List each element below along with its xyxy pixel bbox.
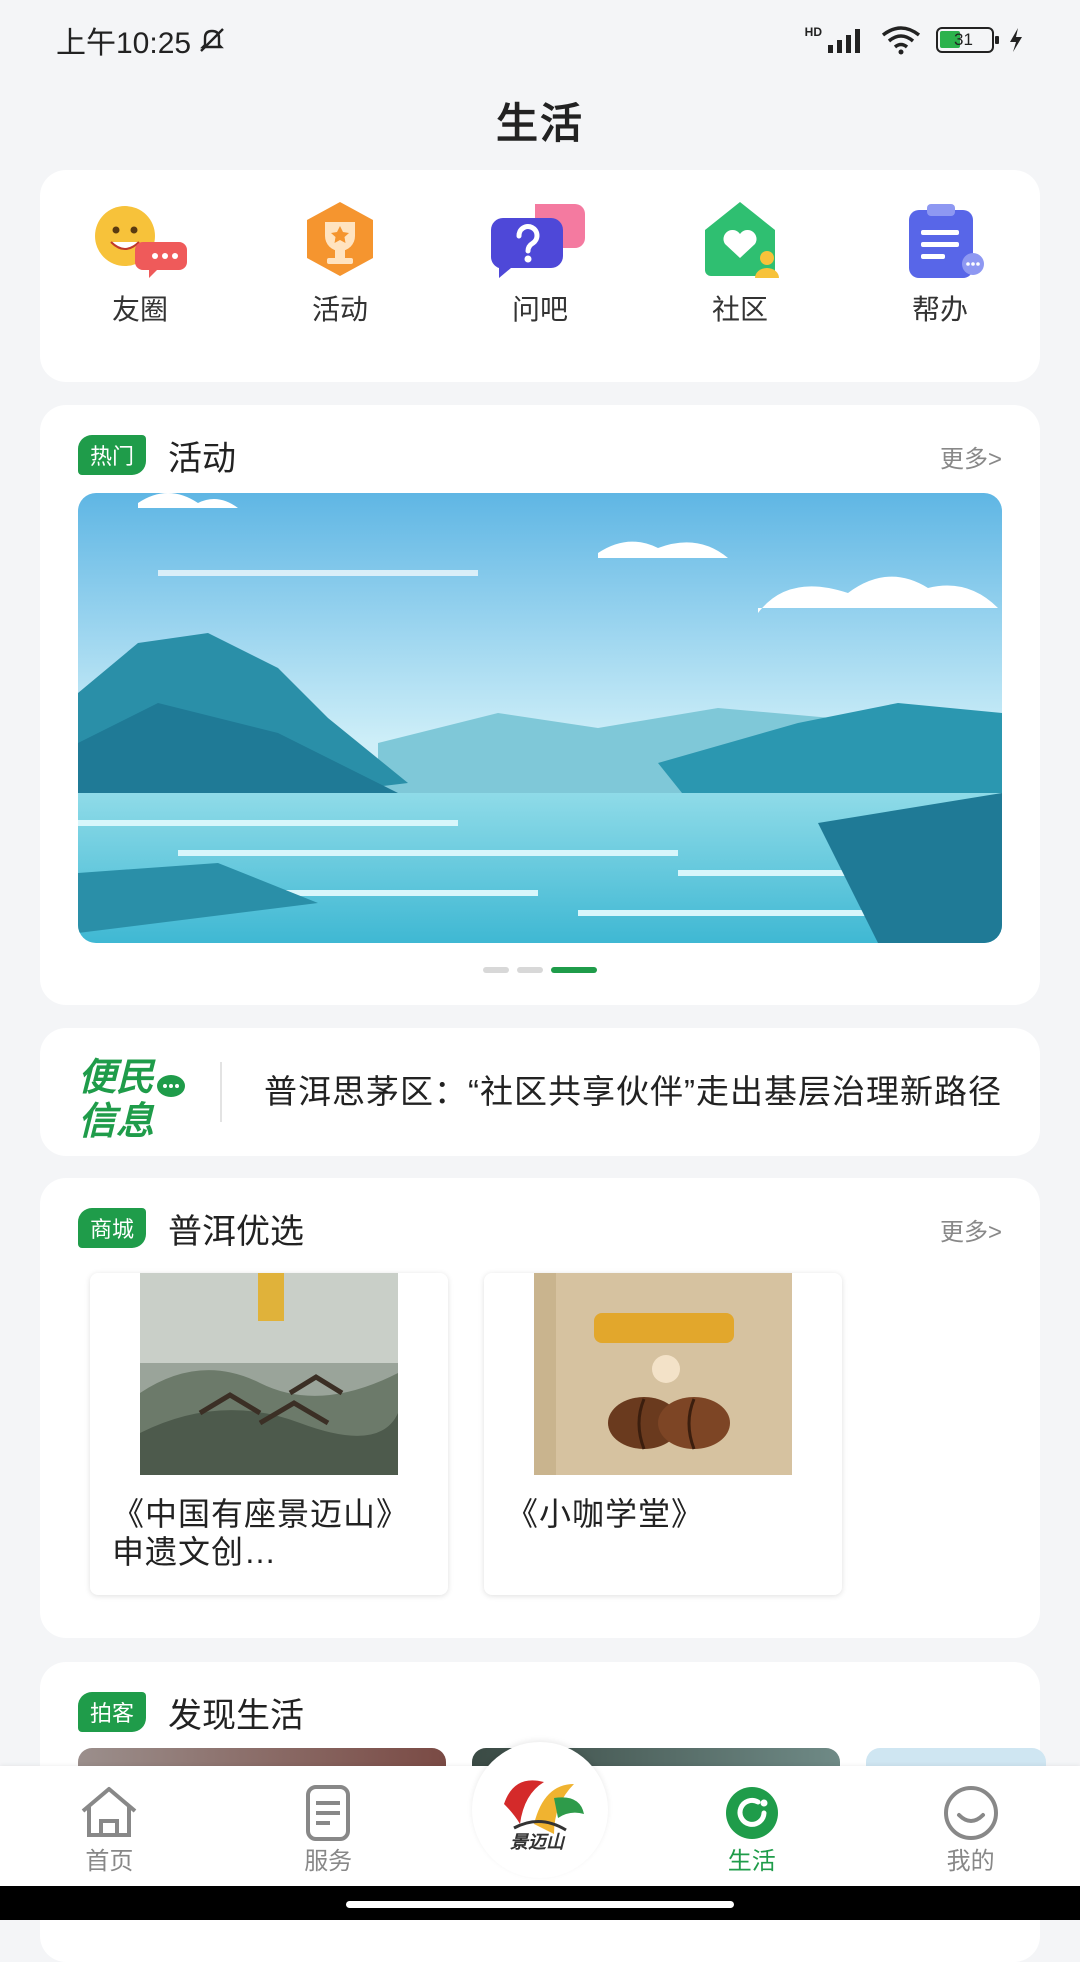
tab-home[interactable]: 首页 bbox=[34, 1785, 184, 1876]
tab-mine[interactable]: 我的 bbox=[896, 1785, 1046, 1876]
quick-links-card: 友圈 活动 问吧 社区 帮办 bbox=[40, 170, 1040, 382]
life-icon bbox=[725, 1787, 778, 1839]
shop-tag: 商城 bbox=[78, 1208, 147, 1248]
quick-link-label: 帮办 bbox=[911, 294, 968, 325]
signal-icon bbox=[828, 29, 860, 53]
community-heart-icon bbox=[705, 202, 779, 278]
system-nav-bar bbox=[0, 1886, 1080, 1920]
quick-link-label: 友圈 bbox=[111, 294, 168, 325]
quick-link-label: 活动 bbox=[311, 294, 368, 325]
tab-label: 我的 bbox=[946, 1848, 995, 1875]
news-headline[interactable]: 普洱思茅区：“社区共享伙伴”走出基层治理新路径 bbox=[264, 1070, 1004, 1114]
question-icon bbox=[490, 204, 585, 278]
tab-service[interactable]: 服务 bbox=[253, 1785, 403, 1876]
home-indicator[interactable] bbox=[346, 1901, 734, 1908]
document-icon bbox=[306, 1785, 351, 1841]
page-title: 生活 bbox=[495, 99, 584, 147]
wifi-icon bbox=[881, 26, 921, 55]
product-image bbox=[534, 1273, 792, 1475]
status-icons: HD 31 bbox=[805, 25, 1024, 55]
mute-icon bbox=[200, 28, 224, 52]
signal-label: HD bbox=[804, 25, 822, 39]
status-bar: 上午10:25 HD 31 bbox=[0, 0, 1080, 80]
carousel-dot[interactable] bbox=[517, 967, 543, 973]
product-image bbox=[140, 1273, 398, 1475]
quick-link-label: 社区 bbox=[711, 294, 768, 325]
convenience-info-logo: 便民 信息 bbox=[40, 1028, 220, 1156]
product-list: 《中国有座景迈山》申遗文创… 《小咖学堂》 bbox=[90, 1273, 842, 1595]
status-time: 上午10:25 bbox=[56, 27, 192, 60]
quick-link-community[interactable]: 社区 bbox=[660, 200, 820, 328]
carousel-dot-active[interactable] bbox=[551, 967, 597, 973]
top-bar: 生活 bbox=[0, 80, 1080, 160]
section-header: 热门 活动 bbox=[78, 425, 236, 485]
tab-label: 首页 bbox=[85, 1848, 134, 1875]
activity-banner-image[interactable] bbox=[78, 493, 1002, 943]
section-title: 发现生活 bbox=[168, 1696, 305, 1735]
shop-card: 商城 普洱优选 更多> 《中国有座景迈山》申遗文创… 《小咖学堂》 bbox=[40, 1178, 1040, 1638]
home-icon bbox=[82, 1787, 137, 1837]
product-name: 《中国有座景迈山》申遗文创… bbox=[112, 1496, 410, 1570]
product-card[interactable]: 《小咖学堂》 bbox=[484, 1273, 842, 1595]
quick-link-help[interactable]: 帮办 bbox=[860, 200, 1020, 328]
tab-label: 生活 bbox=[727, 1848, 776, 1875]
trophy-icon bbox=[307, 202, 373, 276]
carousel-indicator bbox=[40, 967, 1040, 973]
tab-label: 服务 bbox=[304, 1848, 353, 1875]
divider bbox=[220, 1062, 222, 1122]
hot-tag: 热门 bbox=[78, 435, 147, 475]
quick-link-ask[interactable]: 问吧 bbox=[460, 200, 620, 328]
hot-activities-card: 热门 活动 更多> bbox=[40, 405, 1040, 1005]
battery-level: 31 bbox=[954, 30, 973, 49]
quick-link-activity[interactable]: 活动 bbox=[260, 200, 420, 328]
quick-link-friends[interactable]: 友圈 bbox=[60, 200, 220, 328]
smile-icon bbox=[943, 1786, 998, 1840]
section-title: 活动 bbox=[168, 439, 237, 478]
more-link[interactable]: 更多> bbox=[940, 1212, 1002, 1247]
chat-emoji-icon bbox=[95, 206, 187, 278]
section-title: 普洱优选 bbox=[168, 1212, 305, 1251]
tab-life[interactable]: 生活 bbox=[677, 1785, 827, 1876]
logo-text-line2: 信息 bbox=[78, 1101, 155, 1143]
life-tag: 拍客 bbox=[78, 1692, 147, 1732]
more-link[interactable]: 更多> bbox=[940, 439, 1002, 474]
battery-icon: 31 bbox=[936, 27, 999, 53]
clipboard-icon bbox=[909, 204, 984, 278]
section-header: 商城 普洱优选 bbox=[78, 1198, 304, 1258]
carousel-dot[interactable] bbox=[483, 967, 509, 973]
news-ticker-card[interactable]: 便民 信息 普洱思茅区：“社区共享伙伴”走出基层治理新路径 bbox=[40, 1028, 1040, 1156]
quick-link-label: 问吧 bbox=[511, 294, 568, 325]
charging-icon bbox=[1010, 28, 1022, 52]
logo-text: 景迈山 bbox=[510, 1832, 564, 1852]
product-card[interactable]: 《中国有座景迈山》申遗文创… bbox=[90, 1273, 448, 1595]
center-logo-button[interactable]: 景迈山 bbox=[472, 1742, 608, 1878]
product-name: 《小咖学堂》 bbox=[506, 1496, 705, 1532]
chat-bubble-icon bbox=[157, 1075, 185, 1097]
section-header: 拍客 发现生活 bbox=[78, 1682, 304, 1742]
